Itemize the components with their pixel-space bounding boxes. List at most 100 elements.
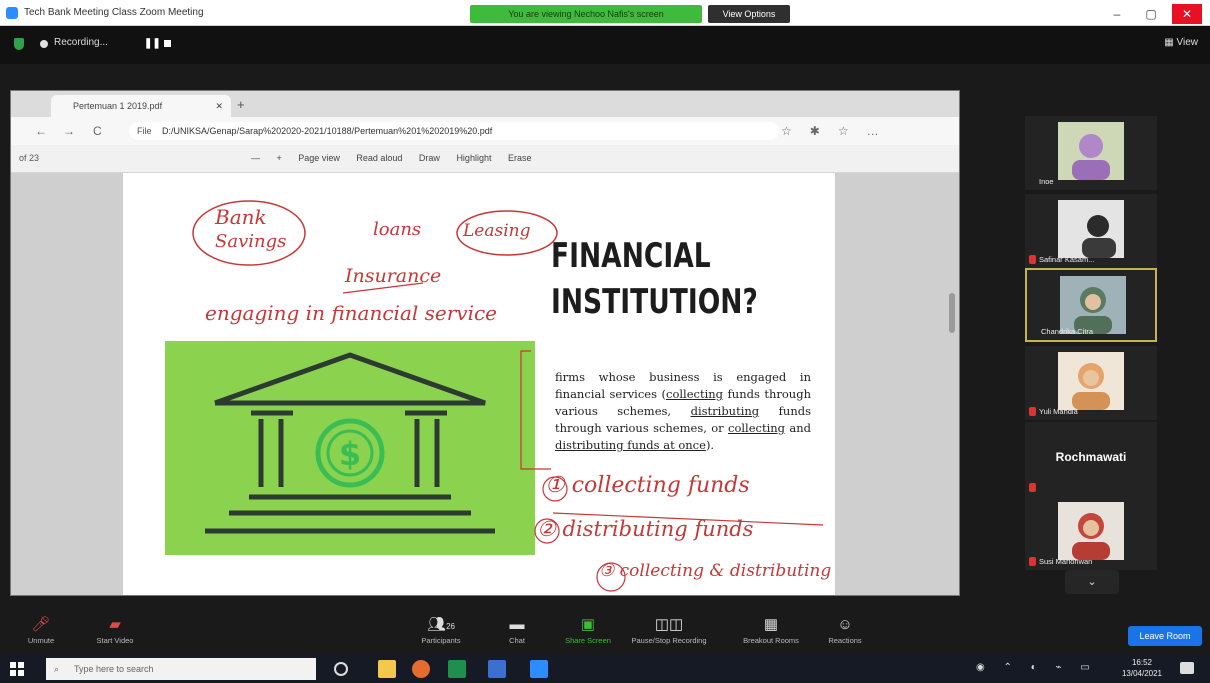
participant-tile[interactable]: Inoe bbox=[1025, 116, 1157, 190]
gallery-scroll-down-button[interactable]: ⌄ bbox=[1065, 570, 1119, 594]
muted-mic-icon bbox=[1029, 255, 1036, 264]
annotation-collecting-funds: ① collecting funds bbox=[545, 473, 750, 498]
participants-count: 26 bbox=[446, 622, 455, 631]
file-explorer-icon[interactable] bbox=[378, 660, 396, 678]
reactions-button[interactable]: ☺ Reactions bbox=[800, 614, 890, 645]
participant-tile[interactable]: Yuli Mahdia bbox=[1025, 346, 1157, 420]
participant-gallery: Inoe Safinar Kasam... Chandrika Citra Yu… bbox=[1020, 110, 1160, 600]
share-screen-label: Share Screen bbox=[565, 636, 611, 645]
windows-start-icon[interactable] bbox=[10, 662, 24, 676]
muted-mic-icon bbox=[1029, 557, 1036, 566]
browser-address-bar: ← → C File D:/UNIKSA/Genap/Sarap%202020-… bbox=[11, 117, 959, 145]
taskbar-clock[interactable]: 16:52 13/04/2021 bbox=[1118, 657, 1166, 679]
browser-tab-pdf[interactable]: Pertemuan 1 2019.pdf ✕ bbox=[51, 95, 231, 117]
start-video-label: Start Video bbox=[96, 636, 134, 645]
notifications-icon[interactable] bbox=[1180, 662, 1194, 674]
search-icon: ⌕ bbox=[54, 664, 60, 674]
participant-name: Yuli Mahdia bbox=[1039, 407, 1078, 416]
recording-controls-icon: ◫◫ bbox=[654, 616, 684, 633]
shared-screen: Pertemuan 1 2019.pdf ✕ + ← → C File D:/U… bbox=[10, 90, 960, 596]
system-tray-icons[interactable]: ◉ ⌃ ◐ ⌁ ▭ bbox=[976, 662, 1098, 673]
minimize-button[interactable]: – bbox=[1102, 4, 1132, 24]
participant-video bbox=[1060, 276, 1126, 334]
new-tab-button[interactable]: + bbox=[237, 97, 245, 112]
start-video-button[interactable]: ▰ Start Video bbox=[70, 614, 160, 645]
pdf-page: FINANCIAL INSTITUTION? $ firms whose bus… bbox=[123, 173, 835, 595]
share-screen-icon: ▣ bbox=[580, 616, 596, 633]
stop-recording-icon[interactable] bbox=[164, 40, 171, 47]
participant-name-centered: Rochmawati bbox=[1055, 450, 1127, 464]
pdf-toolbar: of 23 — + Page view Read aloud Draw High… bbox=[11, 145, 959, 173]
participant-name: Inoe bbox=[1039, 177, 1054, 186]
highlight-button[interactable]: Highlight bbox=[456, 153, 491, 163]
pdf-viewer[interactable]: FINANCIAL INSTITUTION? $ firms whose bus… bbox=[11, 173, 959, 595]
participant-video bbox=[1058, 352, 1124, 410]
zoom-taskbar-icon[interactable] bbox=[530, 660, 548, 678]
leave-room-button[interactable]: Leave Room bbox=[1128, 626, 1202, 646]
erase-button[interactable]: Erase bbox=[508, 153, 532, 163]
participant-video bbox=[1058, 122, 1124, 180]
annotation-collecting-distributing: ③ collecting & distributing bbox=[599, 561, 832, 581]
url-scheme-label: File bbox=[137, 126, 152, 136]
screen-share-banner: You are viewing Nechoo Nafis's screen bbox=[470, 5, 702, 23]
participant-tile-video-off[interactable]: Rochmawati bbox=[1025, 422, 1157, 496]
recording-label: Recording... bbox=[54, 37, 108, 48]
participant-video bbox=[1058, 502, 1124, 560]
close-button[interactable]: ✕ bbox=[1172, 4, 1202, 24]
window-title: Tech Bank Meeting Class Zoom Meeting bbox=[24, 7, 204, 18]
pause-stop-recording-button[interactable]: ◫◫ Pause/Stop Recording bbox=[624, 614, 714, 645]
page-view-button[interactable]: Page view bbox=[298, 153, 340, 163]
view-button[interactable]: ▦ View bbox=[1164, 37, 1198, 48]
firefox-icon[interactable] bbox=[412, 660, 430, 678]
pdf-page-counter[interactable]: of 23 bbox=[19, 153, 39, 163]
annotation-leasing: Leasing bbox=[463, 221, 531, 241]
draw-button[interactable]: Draw bbox=[419, 153, 440, 163]
annotation-savings: Savings bbox=[215, 231, 287, 252]
recording-label-toolbar: Pause/Stop Recording bbox=[631, 636, 707, 645]
refresh-icon[interactable]: C bbox=[93, 124, 102, 138]
annotation-bank: Bank bbox=[215, 205, 267, 229]
person-avatar-icon bbox=[1072, 513, 1110, 560]
pause-recording-icon[interactable]: ❚❚ bbox=[144, 38, 161, 49]
security-shield-icon[interactable] bbox=[14, 38, 24, 50]
zoom-meeting-window: Tech Bank Meeting Class Zoom Meeting You… bbox=[0, 0, 1210, 683]
windows-taskbar: ⌕ Type here to search ◉ ⌃ ◐ ⌁ ▭ 16:52 13… bbox=[0, 654, 1210, 683]
reactions-label: Reactions bbox=[828, 636, 862, 645]
participant-tile[interactable]: Safinar Kasam... bbox=[1025, 194, 1157, 268]
participant-video bbox=[1058, 200, 1124, 258]
participant-tile[interactable]: Susi Marlohwan bbox=[1025, 496, 1157, 570]
browser-tab-strip: Pertemuan 1 2019.pdf ✕ + bbox=[11, 91, 959, 117]
muted-mic-icon bbox=[1029, 483, 1036, 492]
view-options-button[interactable]: View Options bbox=[708, 5, 790, 23]
zoom-in-button[interactable]: + bbox=[277, 153, 282, 163]
taskbar-search-input[interactable]: ⌕ Type here to search bbox=[46, 658, 316, 680]
view-label: View bbox=[1176, 37, 1199, 48]
pdf-scrollbar[interactable] bbox=[949, 293, 955, 333]
annotation-financial-service: engaging in financial service bbox=[205, 301, 498, 325]
excel-icon[interactable] bbox=[448, 660, 466, 678]
search-placeholder: Type here to search bbox=[74, 664, 154, 674]
reactions-icon: ☺ bbox=[837, 616, 853, 633]
forward-icon[interactable]: → bbox=[63, 124, 75, 138]
edge-browser-icon[interactable] bbox=[488, 660, 506, 678]
browser-action-icons[interactable]: ☆✱☆… bbox=[781, 124, 897, 138]
participant-tile-active-speaker[interactable]: Chandrika Citra bbox=[1025, 268, 1157, 342]
url-text: D:/UNIKSA/Genap/Sarap%202020-2021/10188/… bbox=[162, 126, 493, 136]
person-avatar-icon bbox=[1082, 215, 1116, 258]
share-screen-button[interactable]: ▣ Share Screen bbox=[543, 614, 633, 645]
zoom-out-button[interactable]: — bbox=[251, 153, 260, 163]
annotation-insurance: Insurance bbox=[345, 265, 442, 287]
person-avatar-icon bbox=[1074, 287, 1112, 334]
url-field[interactable]: File D:/UNIKSA/Genap/Sarap%202020-2021/1… bbox=[129, 122, 779, 140]
maximize-button[interactable]: ▢ bbox=[1136, 4, 1166, 24]
cortana-icon[interactable] bbox=[334, 662, 348, 676]
zoom-app-icon bbox=[6, 7, 18, 19]
recording-dot-icon bbox=[40, 40, 48, 48]
back-icon[interactable]: ← bbox=[35, 124, 47, 138]
tab-close-icon[interactable]: ✕ bbox=[215, 95, 223, 117]
person-avatar-icon bbox=[1072, 134, 1110, 180]
pdf-tools: — + Page view Read aloud Draw Highlight … bbox=[251, 153, 546, 163]
read-aloud-button[interactable]: Read aloud bbox=[356, 153, 402, 163]
muted-mic-icon bbox=[1029, 407, 1036, 416]
meeting-top-bar: Recording... ❚❚ ▦ View bbox=[0, 26, 1210, 64]
